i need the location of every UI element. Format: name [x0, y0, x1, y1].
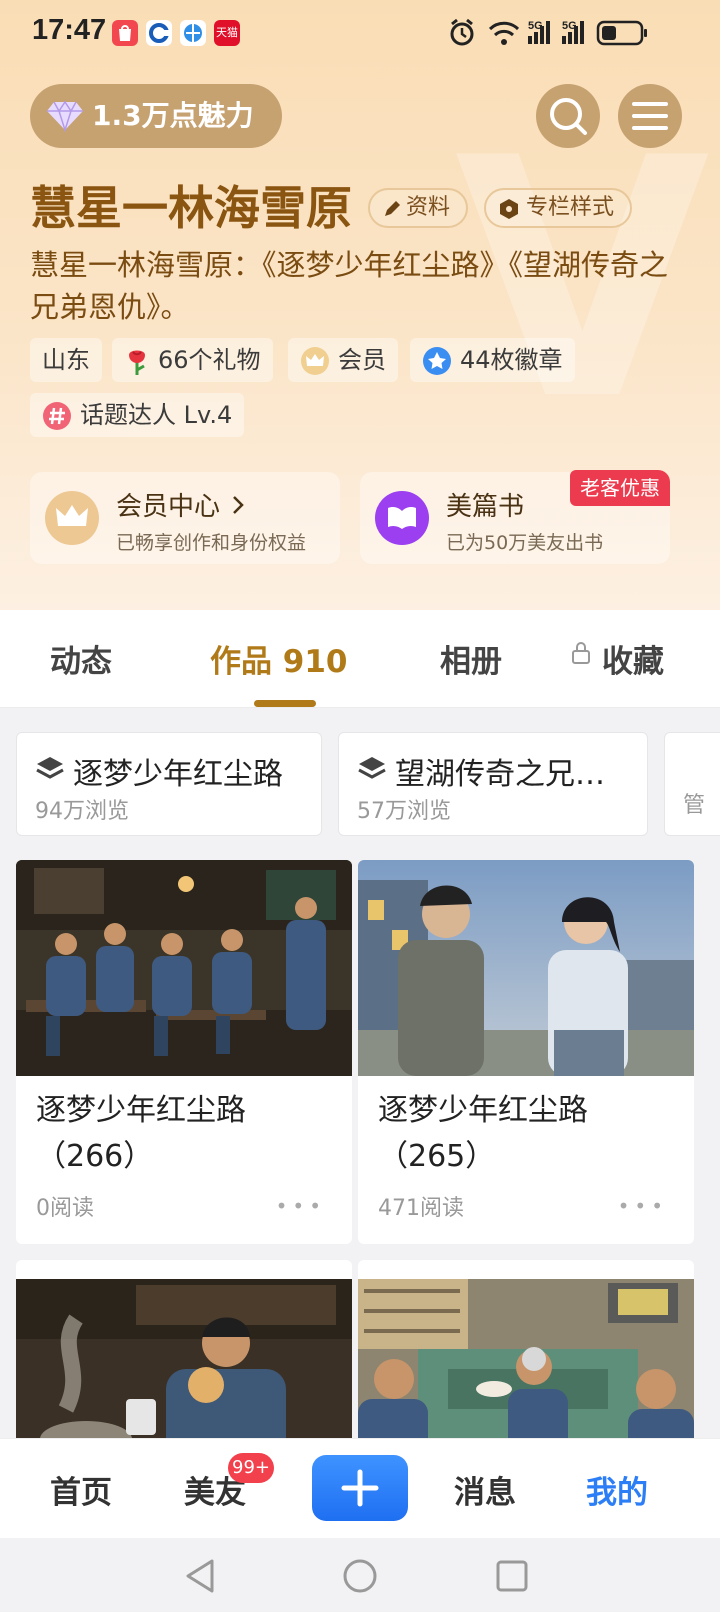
returning-customer-promo-badge: 老客优惠	[570, 470, 670, 506]
work-cover-image	[16, 860, 352, 1076]
badges-label: 44枚徽章	[460, 346, 563, 374]
member-tag[interactable]: 会员	[288, 338, 398, 382]
member-center-title: 会员中心	[116, 492, 221, 522]
friends-notification-badge: 99+	[228, 1453, 274, 1483]
work-title: 逐梦少年红尘路（266）	[36, 1093, 246, 1174]
more-options-icon[interactable]: •••	[276, 1194, 326, 1218]
tmall-label: 天猫	[216, 26, 238, 39]
profile-info-button[interactable]: 资料	[368, 188, 468, 228]
work-cover-image	[16, 1279, 352, 1438]
book-icon	[375, 491, 429, 545]
crown-badge-icon	[301, 347, 329, 375]
star-badge-icon	[423, 347, 451, 375]
nav-home[interactable]: 首页	[50, 1467, 112, 1512]
wifi-icon	[488, 21, 520, 45]
collection-views: 94万浏览	[35, 799, 129, 824]
work-cover-image	[358, 860, 694, 1076]
alarm-icon	[450, 18, 474, 46]
nav-messages[interactable]: 消息	[454, 1467, 516, 1512]
work-card[interactable]: 逐梦少年红尘路（266） 0阅读 •••	[16, 860, 352, 1244]
status-icons: 5G 5G	[448, 18, 668, 48]
work-card[interactable]	[358, 1260, 694, 1438]
topic-expert-label: 话题达人 Lv.4	[80, 401, 233, 429]
profile-name: 慧星一林海雪原	[30, 181, 352, 235]
bottom-navigation: 首页 美友 99+ 消息 我的	[0, 1438, 720, 1538]
home-circle-icon	[343, 1559, 377, 1593]
tmall-app-icon: 天猫	[214, 20, 240, 46]
badges-tag[interactable]: 44枚徽章	[410, 338, 575, 382]
back-icon	[186, 1559, 214, 1593]
layers-icon	[36, 757, 64, 779]
hashtag-icon	[43, 402, 71, 430]
profile-bio: 慧星一林海雪原：《逐梦少年红尘路》《望湖传奇之兄弟恩仇》。	[30, 248, 669, 324]
region-label: 山东	[42, 346, 90, 374]
work-card[interactable]: 逐梦少年红尘路（265） 471阅读 •••	[358, 860, 694, 1244]
collection-views: 57万浏览	[357, 799, 451, 824]
profile-header: V 17:47 天猫 5G 5G 1.3万点魅力 慧星一林海雪原 资料 专栏样式…	[0, 0, 720, 610]
profile-tabs: 动态 作品 910 相册 收藏	[0, 610, 720, 708]
work-title: 逐梦少年红尘路（265）	[378, 1093, 588, 1174]
tab-album[interactable]: 相册	[440, 636, 502, 681]
search-icon	[550, 98, 587, 135]
profile-info-label: 资料	[406, 195, 451, 220]
status-bar: 17:47 天猫 5G 5G	[0, 0, 720, 68]
member-label: 会员	[338, 346, 386, 374]
crown-icon	[45, 491, 99, 545]
active-tab-indicator	[254, 700, 316, 707]
gifts-label: 66个礼物	[158, 346, 261, 374]
c-app-icon	[146, 20, 172, 46]
pencil-icon	[385, 201, 400, 216]
tab-works[interactable]: 作品 910	[210, 636, 348, 681]
member-center-card[interactable]: 会员中心 已畅享创作和身份权益	[30, 472, 340, 564]
search-button[interactable]	[536, 84, 600, 148]
collection-title: 逐梦少年红尘路	[73, 757, 283, 792]
collection-card[interactable]: 逐梦少年红尘路 94万浏览	[16, 732, 322, 836]
shopping-bag-app-icon	[112, 20, 138, 46]
chevron-right-icon	[233, 496, 244, 514]
charm-points-label: 1.3万点魅力	[92, 99, 254, 132]
collection-card-partial[interactable]: 管	[664, 732, 720, 836]
collection-card[interactable]: 望湖传奇之兄… 57万浏览	[338, 732, 648, 836]
topic-expert-tag[interactable]: 话题达人 Lv.4	[30, 393, 245, 437]
work-cover-image	[358, 1279, 694, 1438]
member-center-subtitle: 已畅享创作和身份权益	[116, 532, 307, 554]
collection-title: 管	[683, 793, 706, 818]
charm-points-button[interactable]: 1.3万点魅力	[30, 84, 282, 148]
meipian-book-title: 美篇书	[446, 492, 525, 522]
meipian-book-subtitle: 已为50万美友出书	[446, 532, 604, 554]
battery-icon	[596, 20, 647, 46]
layers-icon	[358, 757, 386, 779]
more-options-icon[interactable]: •••	[618, 1194, 668, 1218]
diamond-icon	[47, 100, 83, 132]
menu-icon	[632, 102, 668, 130]
hexagon-icon	[500, 199, 518, 219]
globe-app-icon	[180, 20, 206, 46]
work-card[interactable]	[16, 1260, 352, 1438]
status-time: 17:47	[32, 14, 107, 46]
region-tag: 山东	[30, 338, 102, 382]
menu-button[interactable]	[618, 84, 682, 148]
work-read-count: 0阅读	[36, 1196, 94, 1221]
rose-icon	[129, 350, 145, 375]
plus-icon	[341, 1469, 379, 1507]
collection-title: 望湖传奇之兄…	[395, 757, 605, 792]
lock-icon	[572, 642, 590, 664]
column-style-button[interactable]: 专栏样式	[484, 188, 632, 228]
nav-mine[interactable]: 我的	[586, 1467, 648, 1512]
system-navigation-bar	[0, 1538, 720, 1612]
gifts-tag[interactable]: 66个礼物	[112, 338, 273, 382]
column-style-label: 专栏样式	[526, 195, 615, 220]
tab-favorites[interactable]: 收藏	[602, 636, 664, 681]
recents-square-icon	[496, 1560, 528, 1592]
meipian-book-card[interactable]: 美篇书 已为50万美友出书 老客优惠	[360, 470, 670, 564]
tab-activity[interactable]: 动态	[50, 636, 112, 681]
create-button[interactable]	[312, 1455, 408, 1521]
work-read-count: 471阅读	[378, 1196, 464, 1221]
